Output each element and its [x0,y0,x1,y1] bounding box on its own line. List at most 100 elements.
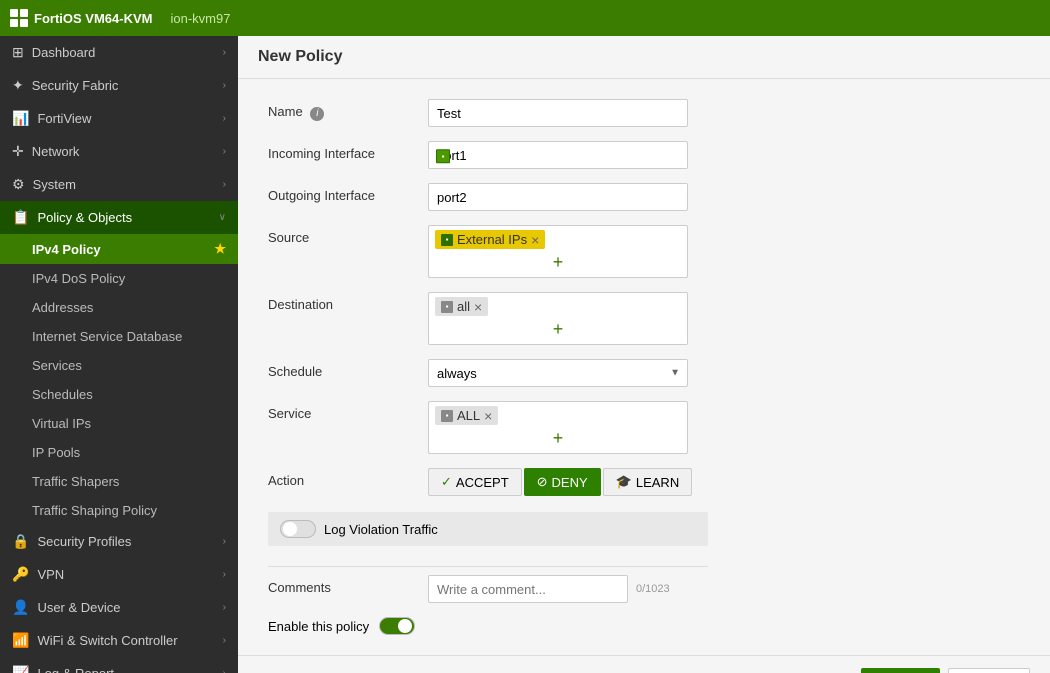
outgoing-select[interactable]: port2 [428,183,688,211]
service-tag-all: ▪ ALL × [435,406,498,425]
destination-container: ▪ all × + [428,292,688,345]
form-area: Name i Incoming Interface port1 ▪ [238,79,1050,655]
comments-count: 0/1023 [636,583,670,595]
dest-add-row: + [435,318,681,340]
star-icon: ★ [214,241,226,257]
enable-toggle-knob [398,619,412,633]
chevron-down-icon: ∨ [219,212,226,223]
dest-tag-label: all [457,299,470,314]
service-add-button[interactable]: + [547,427,570,449]
sidebar-item-log-report[interactable]: 📈 Log & Report › [0,657,238,673]
accept-label: ACCEPT [456,475,509,490]
sidebar-item-network[interactable]: ✛ Network › [0,135,238,168]
learn-icon: 🎓 [616,474,632,490]
enable-policy-toggle[interactable] [379,617,415,635]
dest-tag-remove[interactable]: × [474,300,482,314]
action-accept-button[interactable]: ✓ ACCEPT [428,468,522,496]
incoming-select[interactable]: port1 [428,141,688,169]
source-tag-label: External IPs [457,232,527,247]
schedule-row: Schedule always [268,359,1020,387]
fortiview-icon: 📊 [12,110,29,127]
sidebar-item-label: Dashboard [32,45,223,60]
action-deny-button[interactable]: ⊘ DENY [524,468,601,496]
network-icon: ✛ [12,143,24,160]
sidebar-item-traffic-shaping-policy[interactable]: Traffic Shaping Policy [0,496,238,525]
incoming-select-wrapper: port1 ▪ [428,141,698,169]
schedule-label: Schedule [268,359,428,379]
source-label: Source [268,225,428,245]
sidebar-item-ipv4-dos[interactable]: IPv4 DoS Policy [0,264,238,293]
source-add-button[interactable]: + [547,251,570,273]
name-input[interactable] [428,99,688,127]
sidebar-item-virtual-ips[interactable]: Virtual IPs [0,409,238,438]
sidebar-item-policy-objects[interactable]: 📋 Policy & Objects ∨ [0,201,238,234]
sidebar-item-ip-pools[interactable]: IP Pools [0,438,238,467]
sidebar-label-security-fabric: Security Fabric [32,78,223,93]
source-tag-external-ips: ▪ External IPs × [435,230,545,249]
action-label: Action [268,468,428,488]
chevron-icon: › [223,635,226,646]
topbar: FortiOS VM64-KVM ion-kvm97 [0,0,1050,36]
sidebar-item-ipv4-policy[interactable]: IPv4 Policy ★ [0,234,238,264]
source-tag-icon: ▪ [441,234,453,246]
sidebar-label-security-profiles: Security Profiles [37,534,222,549]
log-violation-label: Log Violation Traffic [324,522,438,537]
security-profiles-icon: 🔒 [12,533,29,550]
sidebar-item-user-device[interactable]: 👤 User & Device › [0,591,238,624]
sidebar: ⊞ Dashboard › ✦ Security Fabric › 📊 Fort… [0,36,238,673]
content-area: New Policy Name i Incoming Interface [238,36,1050,673]
chevron-icon: › [223,146,226,157]
dest-add-button[interactable]: + [547,318,570,340]
logo-icon [10,9,28,27]
security-fabric-icon: ✦ [12,77,24,94]
sidebar-item-dashboard[interactable]: ⊞ Dashboard › [0,36,238,69]
chevron-icon: › [223,536,226,547]
chevron-icon: › [223,602,226,613]
sidebar-label-network: Network [32,144,223,159]
name-label: Name i [268,99,428,121]
action-buttons: ✓ ACCEPT ⊘ DENY 🎓 LEARN [428,468,692,496]
log-violation-row: Log Violation Traffic [268,512,708,546]
sidebar-item-security-profiles[interactable]: 🔒 Security Profiles › [0,525,238,558]
policy-icon: 📋 [12,209,29,226]
sidebar-item-internet-service-db[interactable]: Internet Service Database [0,322,238,351]
sidebar-item-system[interactable]: ⚙ System › [0,168,238,201]
comments-input[interactable] [428,575,628,603]
chevron-icon: › [223,80,226,91]
destination-tag-all: ▪ all × [435,297,488,316]
sidebar-label-system: System [33,177,223,192]
deny-label: DENY [552,475,588,490]
log-violation-toggle[interactable] [280,520,316,538]
toggle-knob [283,522,297,536]
sidebar-item-fortiview[interactable]: 📊 FortiView › [0,102,238,135]
user-device-icon: 👤 [12,599,29,616]
destination-label: Destination [268,292,428,312]
sidebar-item-vpn[interactable]: 🔑 VPN › [0,558,238,591]
outgoing-row: Outgoing Interface port2 [268,183,1020,211]
action-learn-button[interactable]: 🎓 LEARN [603,468,693,496]
outgoing-select-wrapper: port2 [428,183,698,211]
sidebar-item-services[interactable]: Services [0,351,238,380]
comments-area: 0/1023 [428,575,670,603]
sidebar-item-security-fabric[interactable]: ✦ Security Fabric › [0,69,238,102]
enable-policy-row: Enable this policy [268,617,1020,635]
sidebar-label-vpn: VPN [37,567,222,582]
sidebar-item-traffic-shapers[interactable]: Traffic Shapers [0,467,238,496]
action-row: Action ✓ ACCEPT ⊘ DENY 🎓 LEARN [268,468,1020,496]
ipv4-policy-label: IPv4 Policy [32,242,101,257]
hostname: ion-kvm97 [170,11,230,26]
name-field-wrapper [428,99,698,127]
sidebar-label-fortiview: FortiView [37,111,222,126]
learn-label: LEARN [636,475,679,490]
sidebar-item-addresses[interactable]: Addresses [0,293,238,322]
schedule-select[interactable]: always [428,359,688,387]
info-icon[interactable]: i [310,107,324,121]
service-tag-remove[interactable]: × [484,409,492,423]
source-tag-remove[interactable]: × [531,233,539,247]
app-name: FortiOS VM64-KVM [34,11,152,26]
cancel-button[interactable]: Cancel [948,668,1030,673]
chevron-icon: › [223,179,226,190]
sidebar-item-schedules[interactable]: Schedules [0,380,238,409]
sidebar-item-wifi-switch[interactable]: 📶 WiFi & Switch Controller › [0,624,238,657]
ok-button[interactable]: OK [861,668,940,673]
